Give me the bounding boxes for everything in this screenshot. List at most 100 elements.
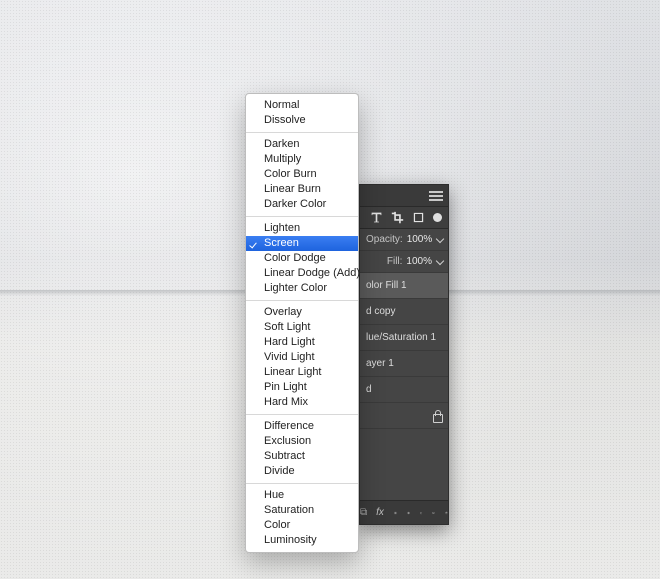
check-icon [250, 436, 260, 446]
check-icon [250, 352, 260, 362]
smart-filter-icon[interactable] [433, 213, 442, 222]
chevron-down-icon[interactable] [436, 258, 444, 266]
layer-name: d copy [366, 306, 395, 317]
blend-mode-label: Color Dodge [264, 252, 326, 264]
blend-mode-label: Hue [264, 489, 284, 501]
check-icon [250, 283, 260, 293]
blend-mode-option[interactable]: Color Dodge [246, 251, 358, 266]
type-filter-icon[interactable] [370, 211, 383, 224]
blend-mode-label: Saturation [264, 504, 314, 516]
blend-mode-label: Vivid Light [264, 351, 315, 363]
menu-separator [246, 132, 358, 133]
crop-filter-icon[interactable] [391, 211, 404, 224]
panel-tab-bar [360, 185, 448, 207]
layer-name: d [366, 384, 372, 395]
blend-mode-option[interactable]: Color [246, 518, 358, 533]
blend-mode-label: Lighter Color [264, 282, 327, 294]
adjustment-layer-icon[interactable] [407, 507, 410, 519]
blend-mode-option[interactable]: Divide [246, 464, 358, 479]
blend-mode-option[interactable]: Darken [246, 137, 358, 152]
layer-item[interactable]: ayer 1 [360, 351, 448, 377]
panel-menu-icon[interactable] [429, 191, 443, 201]
blend-mode-option[interactable]: Linear Burn [246, 182, 358, 197]
blend-mode-option[interactable]: Color Burn [246, 167, 358, 182]
opacity-row: Opacity: 100% [360, 229, 448, 251]
blend-mode-option[interactable]: Luminosity [246, 533, 358, 548]
blend-mode-label: Pin Light [264, 381, 307, 393]
check-icon [250, 367, 260, 377]
blend-mode-label: Luminosity [264, 534, 317, 546]
trash-icon[interactable] [445, 507, 448, 519]
blend-mode-option[interactable]: Overlay [246, 305, 358, 320]
blend-mode-option[interactable]: Hard Light [246, 335, 358, 350]
blend-mode-option[interactable]: Dissolve [246, 113, 358, 128]
check-icon [250, 490, 260, 500]
menu-separator [246, 216, 358, 217]
blend-mode-option[interactable]: Darker Color [246, 197, 358, 212]
blend-mode-option[interactable]: Vivid Light [246, 350, 358, 365]
layer-item[interactable]: lue/Saturation 1 [360, 325, 448, 351]
blend-mode-label: Linear Light [264, 366, 322, 378]
check-icon [250, 115, 260, 125]
fill-label: Fill: [387, 256, 403, 267]
link-layers-icon[interactable]: ⧉ [360, 507, 366, 518]
fill-row: Fill: 100% [360, 251, 448, 273]
blend-mode-option[interactable]: Screen [246, 236, 358, 251]
blend-mode-label: Color [264, 519, 290, 531]
check-icon [250, 505, 260, 515]
new-layer-icon[interactable] [432, 507, 435, 519]
menu-separator [246, 414, 358, 415]
layer-name: lue/Saturation 1 [366, 332, 436, 343]
layer-item[interactable]: olor Fill 1 [360, 273, 448, 299]
blend-mode-option[interactable]: Exclusion [246, 434, 358, 449]
blend-mode-option[interactable]: Hue [246, 488, 358, 503]
layer-mask-icon[interactable] [394, 507, 397, 519]
layer-fx-icon[interactable]: fx [376, 507, 384, 518]
blend-mode-label: Normal [264, 99, 299, 111]
blend-mode-label: Multiply [264, 153, 301, 165]
blend-mode-option[interactable]: Saturation [246, 503, 358, 518]
blend-mode-option[interactable]: Linear Dodge (Add) [246, 266, 358, 281]
blend-mode-option[interactable]: Lighten [246, 221, 358, 236]
blend-mode-label: Overlay [264, 306, 302, 318]
lock-icon[interactable] [432, 410, 442, 422]
fill-value[interactable]: 100% [406, 256, 432, 267]
blend-mode-label: Linear Burn [264, 183, 321, 195]
check-icon [250, 520, 260, 530]
blend-mode-option[interactable]: Multiply [246, 152, 358, 167]
layer-item[interactable]: d [360, 377, 448, 403]
blend-mode-option[interactable]: Normal [246, 98, 358, 113]
blend-mode-option[interactable]: Subtract [246, 449, 358, 464]
layer-item[interactable] [360, 403, 448, 429]
check-icon [250, 199, 260, 209]
blend-mode-label: Exclusion [264, 435, 311, 447]
menu-separator [246, 300, 358, 301]
blend-mode-label: Hard Light [264, 336, 315, 348]
blend-mode-label: Soft Light [264, 321, 310, 333]
blend-mode-option[interactable]: Pin Light [246, 380, 358, 395]
opacity-value[interactable]: 100% [407, 234, 433, 245]
group-icon[interactable] [420, 507, 423, 519]
blend-mode-menu: Normal Dissolve DarkenMultiply Color Burn Li… [245, 93, 359, 553]
blend-mode-label: Screen [264, 237, 299, 249]
blend-mode-option[interactable]: Difference [246, 419, 358, 434]
blend-mode-label: Subtract [264, 450, 305, 462]
blend-mode-option[interactable]: Linear Light [246, 365, 358, 380]
check-icon [250, 253, 260, 263]
blend-mode-option[interactable]: Lighter Color [246, 281, 358, 296]
check-icon [250, 421, 260, 431]
blend-mode-label: Darker Color [264, 198, 326, 210]
check-icon [250, 382, 260, 392]
blend-mode-option[interactable]: Hard Mix [246, 395, 358, 410]
opacity-label: Opacity: [366, 234, 403, 245]
check-icon [250, 451, 260, 461]
shape-filter-icon[interactable] [412, 211, 425, 224]
blend-mode-label: Color Burn [264, 168, 317, 180]
check-icon [250, 100, 260, 110]
blend-mode-label: Linear Dodge (Add) [264, 267, 360, 279]
blend-mode-option[interactable]: Soft Light [246, 320, 358, 335]
layer-name: ayer 1 [366, 358, 394, 369]
chevron-down-icon[interactable] [436, 236, 444, 244]
blend-mode-label: Difference [264, 420, 314, 432]
layer-item[interactable]: d copy [360, 299, 448, 325]
